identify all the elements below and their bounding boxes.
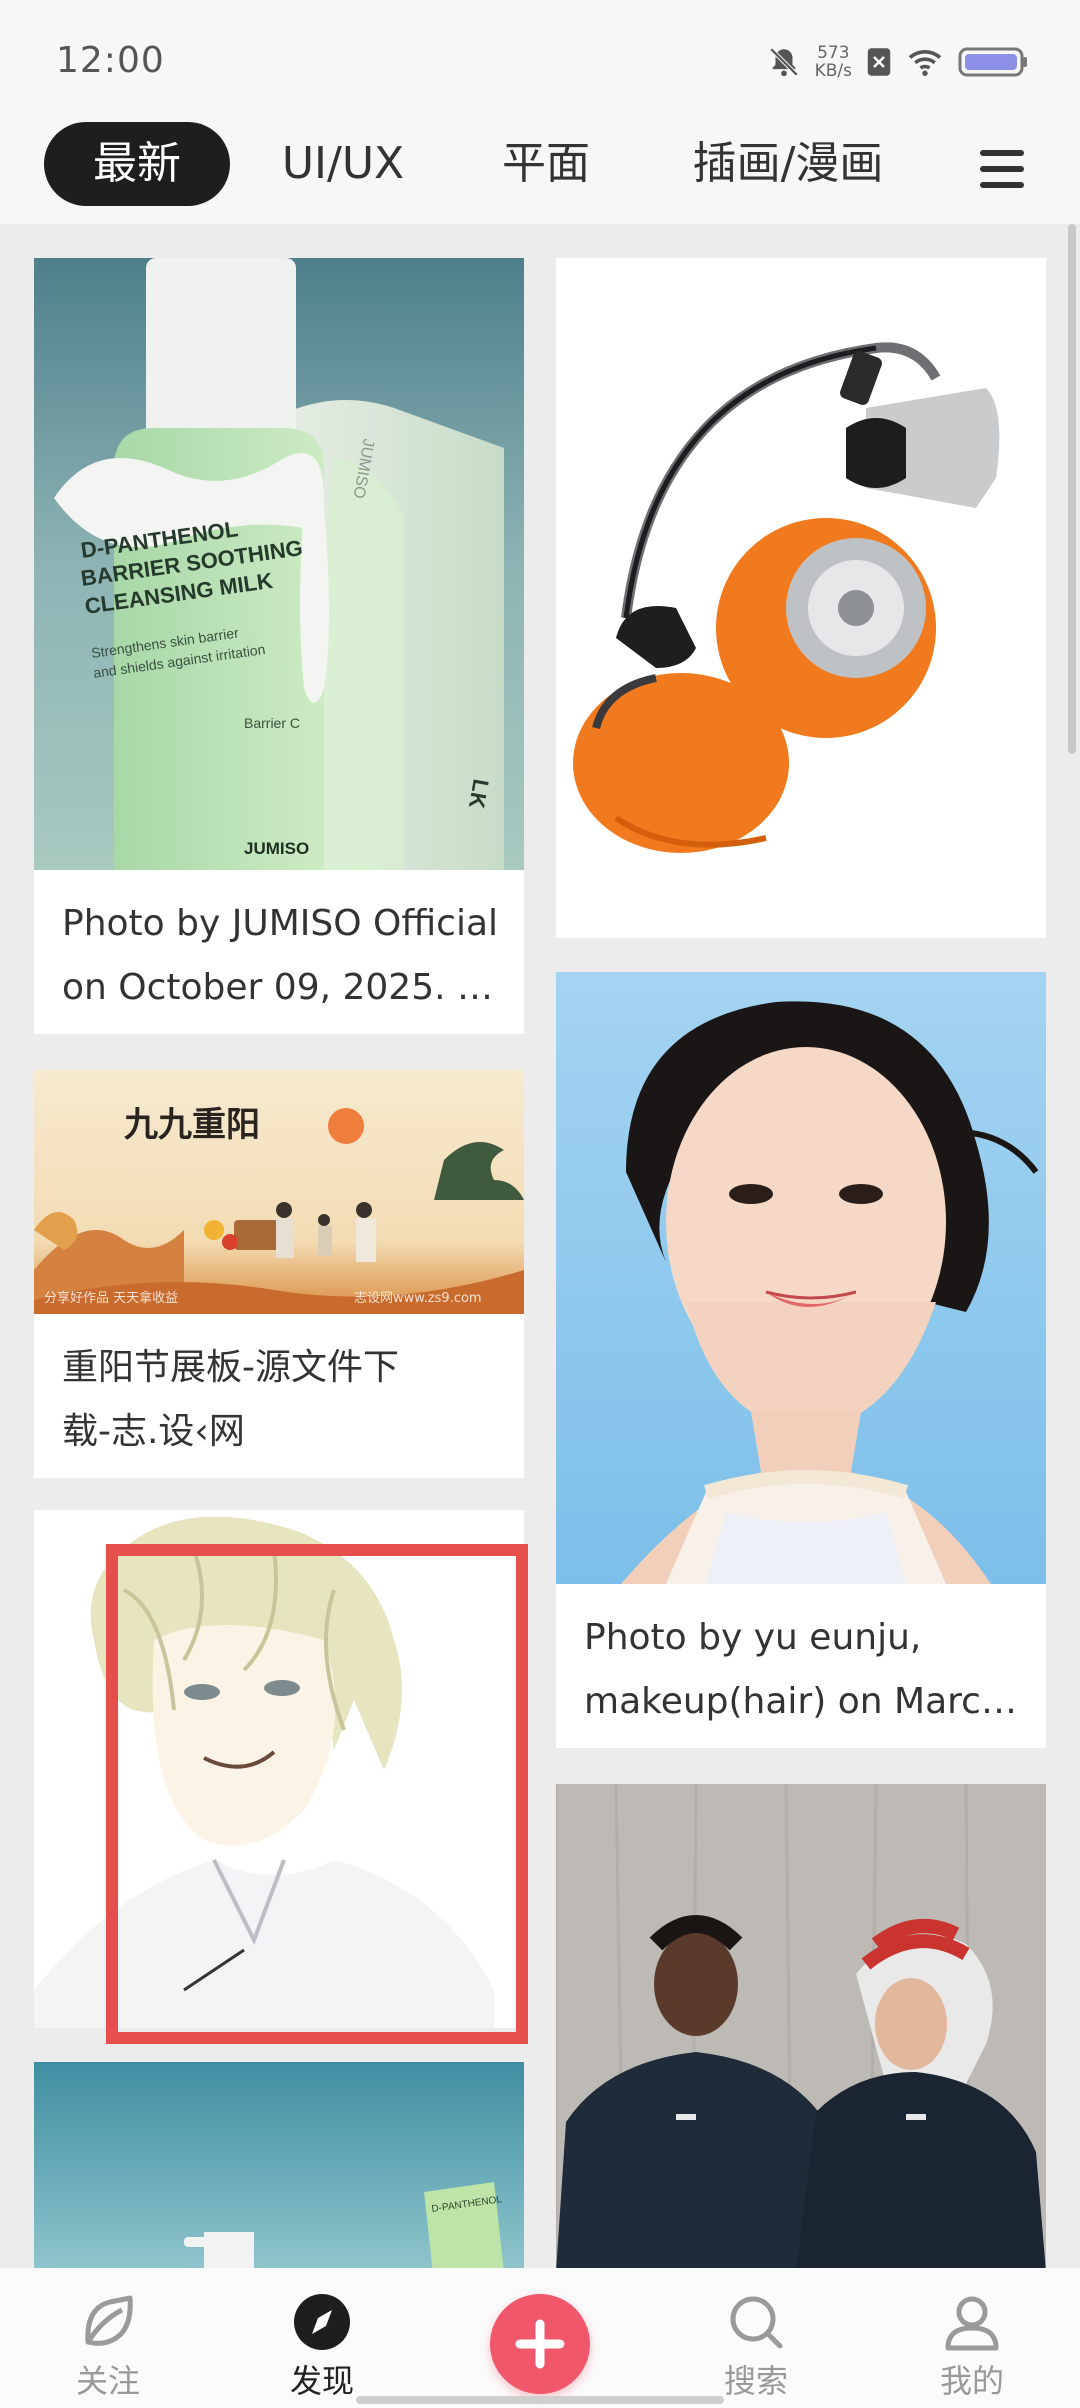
skincare-product-photo: D-PANTHENOL xyxy=(34,2062,524,2272)
home-indicator xyxy=(356,2396,724,2404)
add-icon xyxy=(515,2319,565,2369)
net-speed: 573 KB/s xyxy=(814,43,852,81)
orange-headphones-photo xyxy=(556,258,1046,938)
svg-text:分享好作品 天天拿收益: 分享好作品 天天拿收益 xyxy=(44,1290,178,1306)
search-icon xyxy=(730,2296,783,2349)
leaf-icon xyxy=(85,2295,133,2346)
svg-text:Barrier C: Barrier C xyxy=(244,715,300,731)
svg-text:JUMISO: JUMISO xyxy=(244,839,309,858)
wifi-icon xyxy=(908,50,942,76)
tab-ui-ux[interactable]: UI/UX xyxy=(250,122,436,206)
svg-text:志设网www.zs9.com: 志设网www.zs9.com xyxy=(354,1291,482,1306)
card-caption: 重阳节展板-源文件下 载-志.设‹网 xyxy=(62,1347,399,1452)
woman-portrait-photo xyxy=(556,972,1046,1584)
tab-latest[interactable]: 最新 xyxy=(44,122,230,206)
battery-icon xyxy=(958,47,1027,77)
status-bar: 12:00 573 KB/s xyxy=(0,0,1080,104)
nav-label: 关注 xyxy=(75,2362,140,2400)
feed-card-hoodies[interactable] xyxy=(556,1784,1046,2272)
nav-profile[interactable]: 我的 xyxy=(902,2268,1042,2408)
svg-text:九九重阳: 九九重阳 xyxy=(124,1105,260,1145)
selection-highlight-box xyxy=(106,1544,528,2044)
card-caption: Photo by JUMISO Official on October 09, … xyxy=(62,903,498,1008)
bottom-nav: 关注 发现 搜索 我的 xyxy=(0,2268,1080,2408)
nav-search[interactable]: 搜索 xyxy=(686,2268,826,2408)
nav-discover[interactable]: 发现 xyxy=(252,2268,392,2408)
feed-card-headphones[interactable] xyxy=(556,258,1046,938)
bell-muted-icon xyxy=(769,47,798,77)
svg-text:LK: LK xyxy=(464,777,494,810)
user-icon xyxy=(945,2296,999,2351)
nav-follow[interactable]: 关注 xyxy=(38,2268,178,2408)
feed-card-jumiso[interactable]: D-PANTHENOL BARRIER SOOTHING CLEANSING M… xyxy=(34,258,524,1034)
nav-label: 我的 xyxy=(939,2362,1004,2400)
status-icons: 573 KB/s xyxy=(767,40,1028,84)
feed-card-double-ninth[interactable]: 九九重阳 分享好作品 天天拿收益 志设网www.zs9.com 重阳节展板-源文… xyxy=(34,1070,524,1478)
feed-card-skincare[interactable]: D-PANTHENOL xyxy=(34,2062,524,2272)
add-button[interactable] xyxy=(490,2294,590,2394)
skincare-bottles-photo: D-PANTHENOL BARRIER SOOTHING CLEANSING M… xyxy=(34,258,524,870)
card-caption: Photo by yu eunju, makeup(hair) on March… xyxy=(584,1617,1020,1722)
sim-x-icon xyxy=(867,48,891,76)
tab-illustration-comics[interactable]: 插画/漫画 xyxy=(656,122,920,206)
status-time: 12:00 xyxy=(56,40,165,81)
chinese-festival-banner: 九九重阳 分享好作品 天天拿收益 志设网www.zs9.com xyxy=(34,1070,524,1314)
tab-graphic[interactable]: 平面 xyxy=(456,122,636,206)
menu-icon[interactable] xyxy=(980,150,1024,188)
feed-card-portrait[interactable]: Photo by yu eunju, makeup(hair) on March… xyxy=(556,972,1046,1748)
compass-icon xyxy=(294,2294,350,2350)
category-tab-bar: 最新 UI/UX 平面 插画/漫画 xyxy=(0,104,1080,224)
scrollbar[interactable] xyxy=(1068,224,1076,754)
two-men-hoodies-photo xyxy=(556,1784,1046,2272)
